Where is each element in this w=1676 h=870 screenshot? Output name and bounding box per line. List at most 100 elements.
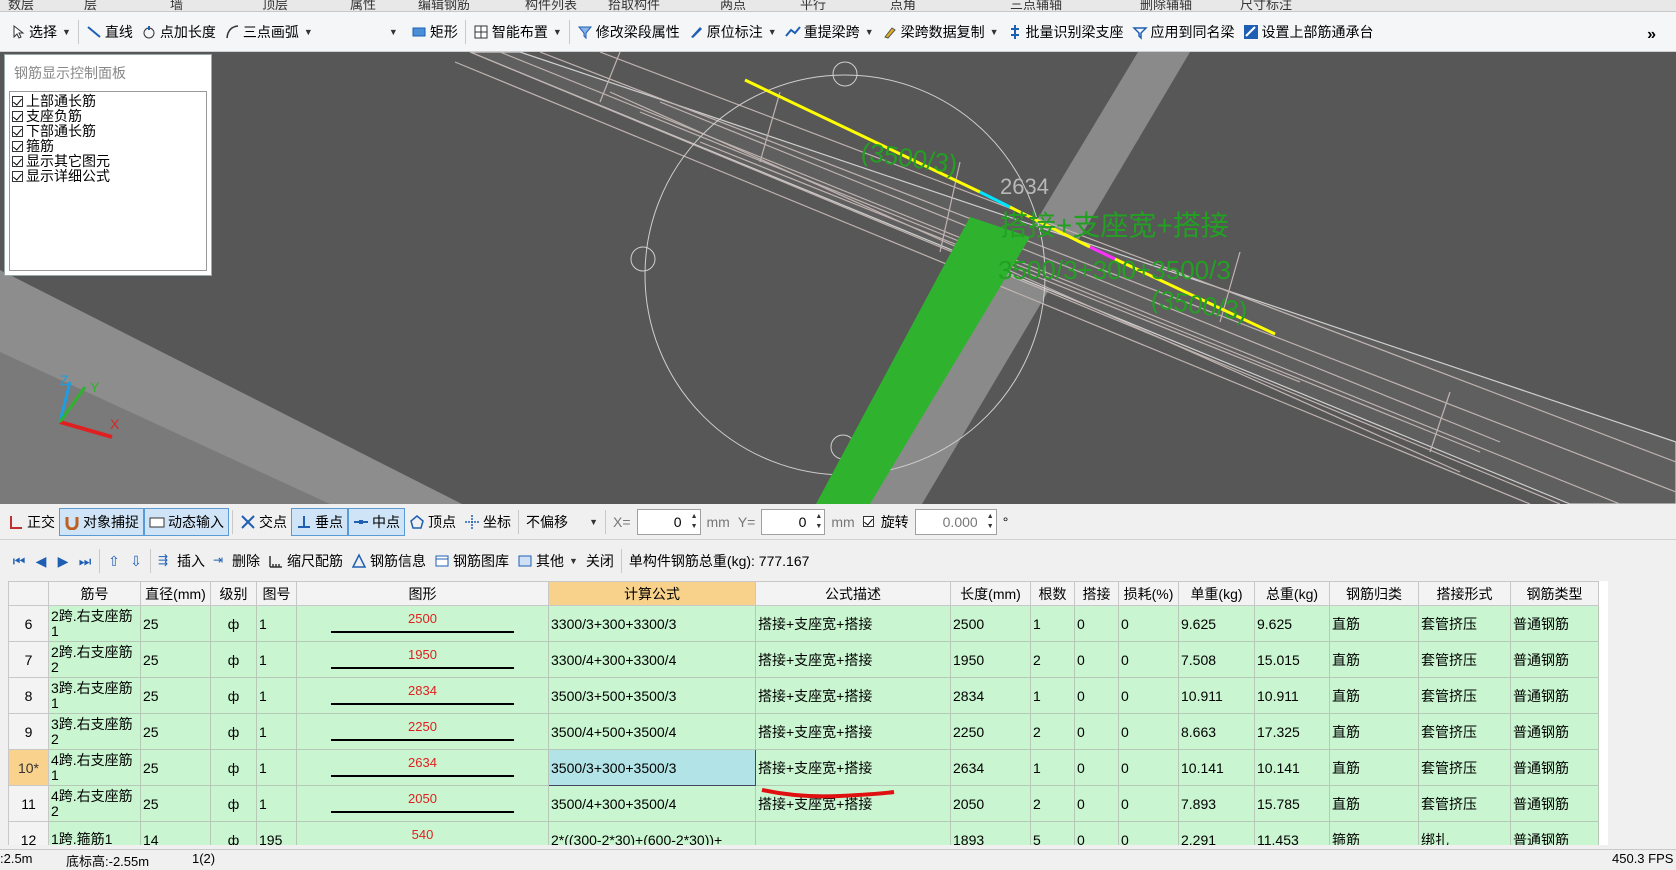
cell-rn[interactable]: 7: [8, 641, 49, 678]
arc-button[interactable]: 三点画弧 ▼: [220, 18, 317, 46]
midpoint-snap-button[interactable]: 中点: [348, 507, 405, 536]
cell-shape[interactable]: 2834: [296, 677, 549, 714]
cell-lap[interactable]: 0: [1074, 821, 1119, 845]
cell-loss[interactable]: 0: [1118, 677, 1179, 714]
origin-annotation-button[interactable]: 原位标注 ▼: [684, 18, 781, 46]
last-record-icon[interactable]: ⏭: [74, 553, 96, 570]
cell-loss[interactable]: 0: [1118, 785, 1179, 822]
cell-lap[interactable]: 0: [1074, 749, 1119, 786]
cell-len[interactable]: 2634: [950, 749, 1031, 786]
checkbox-stirrup[interactable]: 箍筋: [12, 139, 204, 154]
rotate-checkbox[interactable]: [862, 514, 877, 529]
cell-desc[interactable]: 搭接+支座宽+搭接: [755, 605, 951, 642]
cell-unit[interactable]: 8.663: [1178, 713, 1255, 750]
cell-grade[interactable]: ф: [210, 713, 257, 750]
checkbox-detail-formula[interactable]: 显示详细公式: [12, 169, 204, 184]
cell-type[interactable]: 普通钢筋: [1510, 821, 1599, 845]
cell-loss[interactable]: 0: [1118, 821, 1179, 845]
chevron-down-icon[interactable]: ▼: [62, 27, 71, 37]
top-strip-item[interactable]: 编辑钢筋: [418, 0, 470, 11]
y-input[interactable]: 0 ▲ ▼: [761, 508, 826, 535]
cell-fig[interactable]: 1: [256, 749, 297, 786]
cell-unit[interactable]: 2.291: [1178, 821, 1255, 845]
top-strip-item[interactable]: 三点辅轴: [1010, 0, 1062, 11]
column-header[interactable]: 计算公式: [548, 581, 756, 606]
cell-name[interactable]: 4跨.右支座筋1: [48, 749, 141, 786]
cell-total[interactable]: 15.015: [1254, 641, 1330, 678]
intersection-snap-button[interactable]: 交点: [236, 508, 291, 536]
chevron-down-icon[interactable]: ▼: [990, 27, 999, 37]
column-header[interactable]: 根数: [1030, 581, 1075, 606]
cell-shape[interactable]: 1950: [296, 641, 549, 678]
cell-lapform[interactable]: 套管挤压: [1418, 749, 1511, 786]
scale-rebar-button[interactable]: 缩尺配筋: [264, 547, 347, 575]
smart-layout-button[interactable]: 智能布置 ▼: [469, 18, 566, 46]
rebar-grid[interactable]: 筋号 直径(mm) 级别 图号 图形 计算公式 公式描述 长度(mm) 根数 搭接 损耗(%) 单重(…: [8, 581, 1608, 845]
cell-shape[interactable]: 2500: [296, 605, 549, 642]
cell-count[interactable]: 2: [1030, 785, 1075, 822]
prev-record-icon[interactable]: ◀: [30, 553, 52, 570]
top-strip-item[interactable]: 平行: [800, 0, 826, 11]
cell-fig[interactable]: 195: [256, 821, 297, 845]
apply-same-beam-button[interactable]: 应用到同名梁: [1128, 18, 1239, 46]
x-input[interactable]: 0 ▲ ▼: [636, 508, 701, 535]
chevron-down-icon[interactable]: ▼: [589, 517, 598, 527]
cell-rn[interactable]: 12: [8, 821, 49, 845]
checkbox-icon[interactable]: [12, 171, 23, 182]
top-strip-item[interactable]: 数层: [8, 0, 34, 11]
cell-name[interactable]: 4跨.右支座筋2: [48, 785, 141, 822]
spinner-icon[interactable]: ▲ ▼: [987, 512, 994, 532]
cell-lap[interactable]: 0: [1074, 677, 1119, 714]
cell-cls[interactable]: 直筋: [1329, 605, 1419, 642]
cell-desc[interactable]: [755, 821, 951, 845]
cell-formula[interactable]: 3500/4+500+3500/4: [548, 713, 756, 750]
checkbox-icon[interactable]: [12, 141, 23, 152]
cell-len[interactable]: 2050: [950, 785, 1031, 822]
cell-lap[interactable]: 0: [1074, 605, 1119, 642]
cell-grade[interactable]: ф: [210, 821, 257, 845]
cell-cls[interactable]: 直筋: [1329, 677, 1419, 714]
cell-cls[interactable]: 直筋: [1329, 749, 1419, 786]
rebar-info-button[interactable]: 钢筋信息: [347, 547, 430, 575]
column-header[interactable]: 搭接形式: [1418, 581, 1511, 606]
cell-len[interactable]: 2250: [950, 713, 1031, 750]
setup-top-rebar-button[interactable]: 设置上部筋通承台: [1239, 18, 1378, 46]
column-header[interactable]: 筋号: [48, 581, 141, 606]
cell-cls[interactable]: 直筋: [1329, 785, 1419, 822]
spinner-icon[interactable]: ▲ ▼: [691, 512, 698, 532]
cell-name[interactable]: 2跨.右支座筋2: [48, 641, 141, 678]
next-record-icon[interactable]: ▶: [52, 553, 74, 570]
cell-loss[interactable]: 0: [1118, 641, 1179, 678]
cell-count[interactable]: 1: [1030, 677, 1075, 714]
chevron-down-icon[interactable]: ▼: [768, 27, 777, 37]
vertex-snap-button[interactable]: 顶点: [405, 508, 460, 536]
cell-lapform[interactable]: 套管挤压: [1418, 713, 1511, 750]
cell-grade[interactable]: ф: [210, 605, 257, 642]
rotate-input[interactable]: 0.000 ▲ ▼: [914, 508, 997, 535]
cell-lapform[interactable]: 套管挤压: [1418, 677, 1511, 714]
cell-dia[interactable]: 25: [140, 605, 211, 642]
cell-formula[interactable]: 3500/3+300+3500/3: [548, 749, 756, 786]
table-row[interactable]: 10* 4跨.右支座筋1 25 ф 1 2634 3500/3+300+3500/3 搭接+支…: [8, 749, 1599, 786]
cell-formula[interactable]: 3300/4+300+3300/4: [548, 641, 756, 678]
cell-total[interactable]: 15.785: [1254, 785, 1330, 822]
cell-shape[interactable]: 2250: [296, 713, 549, 750]
column-header[interactable]: [8, 581, 49, 606]
cell-rn[interactable]: 6: [8, 605, 49, 642]
move-up-icon[interactable]: ⇧: [103, 553, 125, 570]
top-strip-item[interactable]: 拾取构件: [608, 0, 660, 11]
cell-type[interactable]: 普通钢筋: [1510, 785, 1599, 822]
cell-lap[interactable]: 0: [1074, 713, 1119, 750]
unchecked-box-icon[interactable]: [862, 516, 874, 527]
insert-button[interactable]: ⇶ 插入: [154, 547, 209, 575]
cell-name[interactable]: 3跨.右支座筋1: [48, 677, 141, 714]
top-strip-item[interactable]: 层: [84, 0, 97, 11]
cell-loss[interactable]: 0: [1118, 713, 1179, 750]
cell-len[interactable]: 1950: [950, 641, 1031, 678]
copy-span-data-button[interactable]: 梁跨数据复制 ▼: [878, 18, 1003, 46]
snap-point-icon[interactable]: [832, 61, 858, 87]
top-strip-item[interactable]: 两点: [720, 0, 746, 11]
cell-dia[interactable]: 25: [140, 641, 211, 678]
cell-cls[interactable]: 直筋: [1329, 641, 1419, 678]
cell-dia[interactable]: 25: [140, 713, 211, 750]
